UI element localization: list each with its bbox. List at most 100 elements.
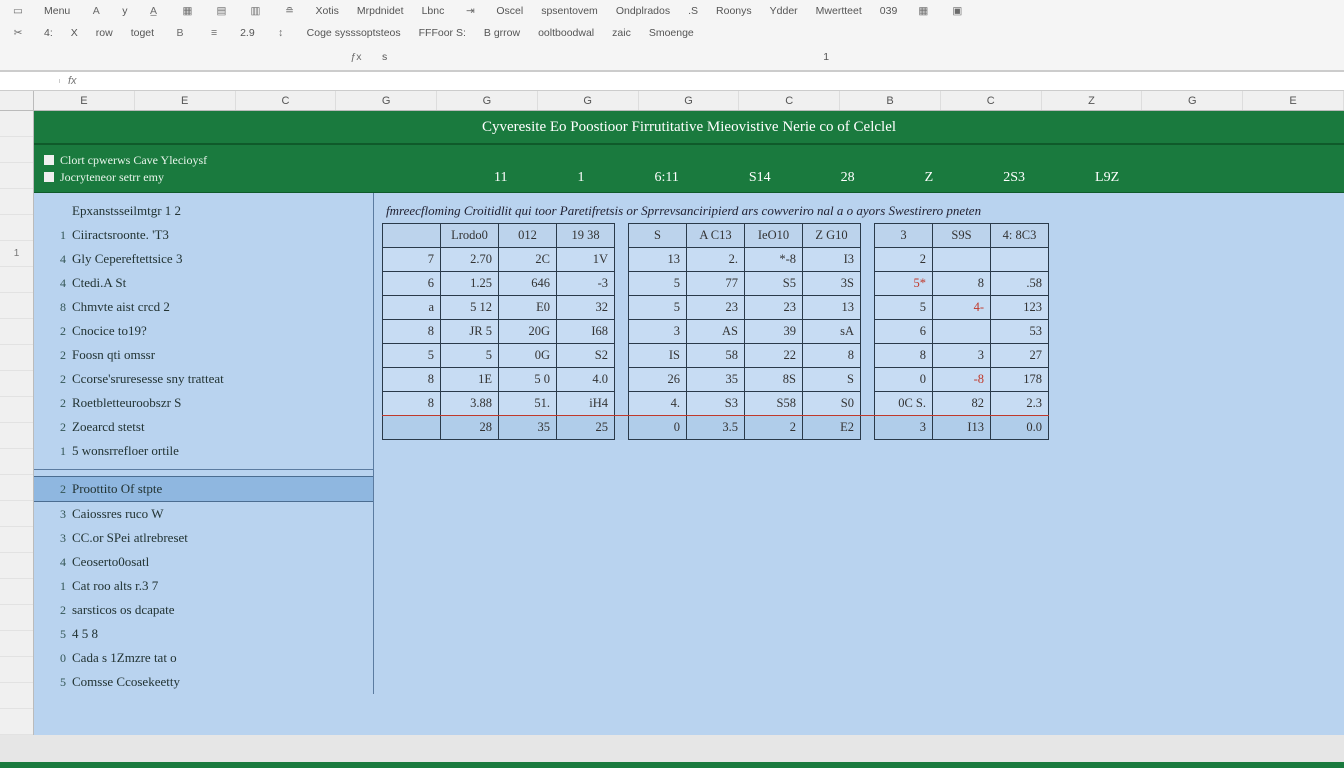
col-header[interactable]: E: [34, 91, 135, 110]
eq-icon[interactable]: ≘: [282, 3, 298, 19]
table-row[interactable]: 83.8851.iH44.S3S58S00C S.822.3: [383, 392, 1049, 416]
cell[interactable]: IS: [629, 344, 687, 368]
list-item[interactable]: 5Comsse Ccosekeetty: [34, 670, 373, 694]
row-header[interactable]: [0, 345, 33, 371]
doc-icon[interactable]: ▭: [10, 3, 26, 19]
data-table[interactable]: Lrodo001219 38SA C13IeO10Z G103S9S4: 8C3…: [382, 223, 1049, 440]
cell[interactable]: 23: [745, 296, 803, 320]
bold-icon[interactable]: B: [172, 25, 188, 41]
ribbon-item[interactable]: 4:: [44, 27, 53, 39]
cell[interactable]: 32: [557, 296, 615, 320]
row-header[interactable]: 1: [0, 241, 33, 267]
row-header[interactable]: [0, 683, 33, 709]
cell[interactable]: 51.: [499, 392, 557, 416]
col-header[interactable]: G: [1142, 91, 1243, 110]
ribbon-item[interactable]: 2.9: [240, 27, 255, 39]
col-label[interactable]: A C13: [687, 224, 745, 248]
cell[interactable]: 5 0: [499, 368, 557, 392]
ribbon-item[interactable]: ooltboodwal: [538, 27, 594, 39]
row-header[interactable]: [0, 423, 33, 449]
list-item[interactable]: 8Chmvte aist crcd 2: [34, 295, 373, 319]
cell[interactable]: 4.: [629, 392, 687, 416]
cell[interactable]: 3: [629, 320, 687, 344]
select-all-corner[interactable]: [0, 91, 34, 110]
row-header[interactable]: [0, 605, 33, 631]
ribbon-item[interactable]: Ydder: [770, 5, 798, 17]
cell[interactable]: [991, 248, 1049, 272]
cell[interactable]: 8: [875, 344, 933, 368]
cell[interactable]: S0: [803, 392, 861, 416]
cell[interactable]: -8: [933, 368, 991, 392]
cell[interactable]: 58: [687, 344, 745, 368]
cell[interactable]: 5 12: [441, 296, 499, 320]
ribbon-item[interactable]: Xotis: [316, 5, 339, 17]
cell[interactable]: 5: [629, 296, 687, 320]
col-header[interactable]: G: [437, 91, 538, 110]
cell[interactable]: sA: [803, 320, 861, 344]
ribbon-item[interactable]: .S: [688, 5, 698, 17]
ribbon-item[interactable]: X: [71, 27, 78, 39]
row-header[interactable]: [0, 189, 33, 215]
name-box[interactable]: [0, 79, 60, 83]
cell[interactable]: I68: [557, 320, 615, 344]
cell[interactable]: iH4: [557, 392, 615, 416]
cell[interactable]: 5: [441, 344, 499, 368]
cell[interactable]: 5: [875, 296, 933, 320]
cell[interactable]: S3: [687, 392, 745, 416]
row-header[interactable]: [0, 137, 33, 163]
row-header[interactable]: [0, 553, 33, 579]
align-icon[interactable]: ≡: [206, 25, 222, 41]
cell[interactable]: JR 5: [441, 320, 499, 344]
cell[interactable]: 0: [875, 368, 933, 392]
col-label[interactable]: 19 38: [557, 224, 615, 248]
cell[interactable]: 3S: [803, 272, 861, 296]
cell[interactable]: 646: [499, 272, 557, 296]
cell[interactable]: .58: [991, 272, 1049, 296]
ribbon-item[interactable]: y: [122, 5, 127, 17]
cell[interactable]: 8S: [745, 368, 803, 392]
cell[interactable]: 0C S.: [875, 392, 933, 416]
box3-icon[interactable]: ▥: [248, 3, 264, 19]
cell[interactable]: 2.: [687, 248, 745, 272]
list-item[interactable]: 2Roetbletteuroobszr S: [34, 391, 373, 415]
formula-input[interactable]: [85, 79, 1344, 83]
list-item[interactable]: 1Ciiractsroonte. 'T3: [34, 223, 373, 247]
cell[interactable]: S: [803, 368, 861, 392]
list-item[interactable]: 15 wonsrrefloer ortile: [34, 439, 373, 463]
table-row[interactable]: 72.702C1V132.*-8I32: [383, 248, 1049, 272]
cell[interactable]: AS: [687, 320, 745, 344]
cell[interactable]: 82: [933, 392, 991, 416]
col-header[interactable]: G: [639, 91, 740, 110]
cell[interactable]: 26: [629, 368, 687, 392]
col-header[interactable]: G: [538, 91, 639, 110]
row-header[interactable]: [0, 215, 33, 241]
cell[interactable]: 1E: [441, 368, 499, 392]
col-header[interactable]: C: [941, 91, 1042, 110]
num-icon[interactable]: ↕: [273, 25, 289, 41]
col-header[interactable]: C: [739, 91, 840, 110]
row-header[interactable]: [0, 397, 33, 423]
list-item[interactable]: Epxanstsseilmtgr 1 2: [34, 199, 373, 223]
list-item[interactable]: 4Gly Cepereftettsice 3: [34, 247, 373, 271]
box2-icon[interactable]: ▤: [214, 3, 230, 19]
cell[interactable]: [933, 248, 991, 272]
cell[interactable]: S2: [557, 344, 615, 368]
row-header[interactable]: [0, 631, 33, 657]
list-item[interactable]: 2Zoearcd stetst: [34, 415, 373, 439]
ribbon-item[interactable]: Ondplrados: [616, 5, 670, 17]
ribbon-item[interactable]: toget: [131, 27, 154, 39]
col-label[interactable]: S: [629, 224, 687, 248]
row-header[interactable]: [0, 371, 33, 397]
cell[interactable]: 35: [687, 368, 745, 392]
ribbon-item[interactable]: Roonys: [716, 5, 752, 17]
ribbon-item[interactable]: spsentovem: [541, 5, 598, 17]
list-item[interactable]: 2sarsticos os dcapate: [34, 598, 373, 622]
fx-icon[interactable]: ƒx: [348, 49, 364, 65]
ribbon-item[interactable]: Coge sysssoptsteos: [307, 27, 401, 39]
list-item[interactable]: 3CC.or SPei atlrebreset: [34, 526, 373, 550]
cell[interactable]: 13: [629, 248, 687, 272]
col-label[interactable]: Z G10: [803, 224, 861, 248]
cell[interactable]: 22: [745, 344, 803, 368]
cell[interactable]: 2C: [499, 248, 557, 272]
grid-icon[interactable]: ▦: [915, 3, 931, 19]
